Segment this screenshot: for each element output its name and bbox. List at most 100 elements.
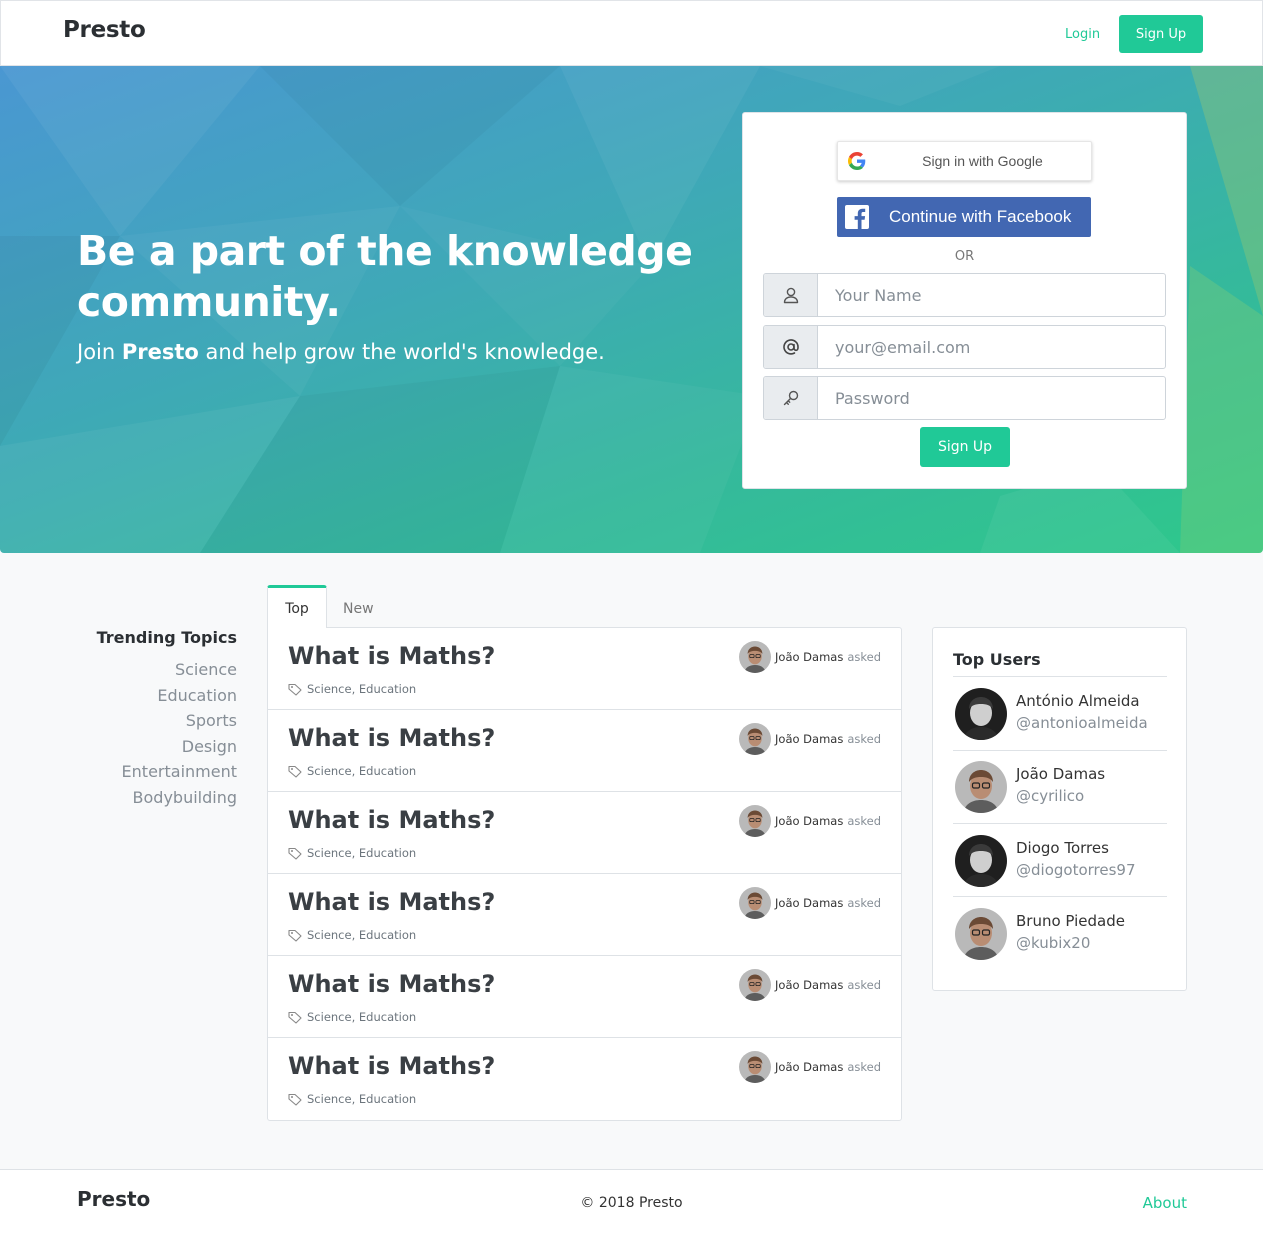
name-input[interactable] bbox=[818, 274, 1165, 316]
author-action: asked bbox=[847, 1060, 881, 1074]
navbar-signup-button[interactable]: Sign Up bbox=[1119, 15, 1203, 53]
avatar[interactable] bbox=[739, 723, 772, 755]
avatar[interactable] bbox=[955, 835, 1007, 887]
question-item[interactable]: What is Maths? Science, Education João Dam… bbox=[268, 956, 901, 1038]
user-name[interactable]: Bruno Piedade bbox=[1016, 912, 1125, 930]
question-author: João Damas asked bbox=[739, 969, 881, 1001]
question-title[interactable]: What is Maths? bbox=[288, 1052, 495, 1080]
question-tag-list[interactable]: Science, Education bbox=[307, 1010, 416, 1024]
at-icon bbox=[764, 326, 818, 368]
facebook-signin-label: Continue with Facebook bbox=[889, 207, 1072, 226]
question-author: João Damas asked bbox=[739, 887, 881, 919]
question-item[interactable]: What is Maths? Science, Education João Dam… bbox=[268, 792, 901, 874]
question-author: João Damas asked bbox=[739, 1051, 881, 1083]
trending-topics-title: Trending Topics bbox=[96, 628, 237, 647]
question-tag-list[interactable]: Science, Education bbox=[307, 764, 416, 778]
question-item[interactable]: What is Maths? Science, Education João Dam… bbox=[268, 874, 901, 956]
question-item[interactable]: What is Maths? Science, Education João Dam… bbox=[268, 1038, 901, 1120]
question-tag-list[interactable]: Science, Education bbox=[307, 928, 416, 942]
avatar[interactable] bbox=[739, 969, 772, 1001]
user-name[interactable]: Diogo Torres bbox=[1016, 839, 1109, 857]
user-icon bbox=[764, 274, 818, 316]
author-name[interactable]: João Damas bbox=[775, 896, 843, 910]
topic-link[interactable]: Design bbox=[97, 734, 237, 760]
question-tags: Science, Education bbox=[288, 846, 416, 860]
question-tags: Science, Education bbox=[288, 1092, 416, 1106]
user-handle[interactable]: @diogotorres97 bbox=[1016, 861, 1136, 879]
topic-link[interactable]: Bodybuilding bbox=[97, 785, 237, 811]
top-navbar: Presto Login Sign Up bbox=[0, 0, 1263, 66]
author-name[interactable]: João Damas bbox=[775, 650, 843, 664]
login-link[interactable]: Login bbox=[1065, 27, 1100, 42]
question-tag-list[interactable]: Science, Education bbox=[307, 682, 416, 696]
avatar[interactable] bbox=[739, 641, 772, 673]
signup-card: Sign in with Google Continue with Facebo… bbox=[742, 112, 1187, 489]
topic-link[interactable]: Sports bbox=[97, 708, 237, 734]
password-input[interactable] bbox=[818, 377, 1165, 419]
top-users-title: Top Users bbox=[953, 650, 1041, 669]
author-action: asked bbox=[847, 732, 881, 746]
author-name[interactable]: João Damas bbox=[775, 1060, 843, 1074]
signup-submit-button[interactable]: Sign Up bbox=[920, 427, 1010, 467]
password-field-group bbox=[763, 376, 1166, 420]
topic-link[interactable]: Entertainment bbox=[97, 759, 237, 785]
topic-link[interactable]: Science bbox=[97, 657, 237, 683]
hero-section: Be a part of the knowledge community. Jo… bbox=[0, 66, 1263, 553]
avatar[interactable] bbox=[955, 908, 1007, 960]
author-name[interactable]: João Damas bbox=[775, 732, 843, 746]
author-name[interactable]: João Damas bbox=[775, 978, 843, 992]
tab-new[interactable]: New bbox=[343, 585, 374, 628]
question-tags: Science, Education bbox=[288, 928, 416, 942]
question-tag-list[interactable]: Science, Education bbox=[307, 846, 416, 860]
divider bbox=[953, 676, 1167, 677]
question-title[interactable]: What is Maths? bbox=[288, 806, 495, 834]
tab-top[interactable]: Top bbox=[267, 585, 327, 628]
page-footer: Presto © 2018 Presto About bbox=[0, 1169, 1263, 1233]
author-action: asked bbox=[847, 896, 881, 910]
tag-icon bbox=[288, 683, 302, 696]
question-title[interactable]: What is Maths? bbox=[288, 724, 495, 752]
avatar[interactable] bbox=[739, 805, 772, 837]
divider bbox=[953, 750, 1167, 751]
author-name[interactable]: João Damas bbox=[775, 814, 843, 828]
question-tag-list[interactable]: Science, Education bbox=[307, 1092, 416, 1106]
user-handle[interactable]: @cyrilico bbox=[1016, 787, 1084, 805]
divider bbox=[953, 896, 1167, 897]
question-list: What is Maths? Science, Education João Dam… bbox=[267, 627, 902, 1121]
divider bbox=[953, 823, 1167, 824]
question-tags: Science, Education bbox=[288, 682, 416, 696]
hero-subtitle-brand: Presto bbox=[121, 340, 199, 364]
question-item[interactable]: What is Maths? Science, Education João Dam… bbox=[268, 628, 901, 710]
avatar[interactable] bbox=[955, 688, 1007, 740]
question-tags: Science, Education bbox=[288, 764, 416, 778]
question-author: João Damas asked bbox=[739, 641, 881, 673]
question-item[interactable]: What is Maths? Science, Education João Dam… bbox=[268, 710, 901, 792]
trending-topics: Trending Topics Science Education Sports… bbox=[97, 628, 237, 811]
email-input[interactable] bbox=[818, 326, 1165, 368]
avatar[interactable] bbox=[955, 761, 1007, 813]
user-name[interactable]: António Almeida bbox=[1016, 692, 1140, 710]
author-action: asked bbox=[847, 814, 881, 828]
topic-link[interactable]: Education bbox=[97, 683, 237, 709]
author-action: asked bbox=[847, 650, 881, 664]
footer-copyright: © 2018 Presto bbox=[580, 1195, 683, 1211]
hero-subtitle: Join Presto and help grow the world's kn… bbox=[77, 340, 605, 364]
google-signin-button[interactable]: Sign in with Google bbox=[837, 141, 1092, 181]
tag-icon bbox=[288, 765, 302, 778]
brand-logo[interactable]: Presto bbox=[63, 17, 146, 43]
user-name[interactable]: João Damas bbox=[1016, 765, 1105, 783]
hero-title: Be a part of the knowledge community. bbox=[77, 227, 693, 326]
user-handle[interactable]: @kubix20 bbox=[1016, 934, 1090, 952]
about-link[interactable]: About bbox=[1143, 1194, 1187, 1212]
avatar[interactable] bbox=[739, 887, 772, 919]
question-title[interactable]: What is Maths? bbox=[288, 642, 495, 670]
avatar[interactable] bbox=[739, 1051, 772, 1083]
question-author: João Damas asked bbox=[739, 723, 881, 755]
user-handle[interactable]: @antonioalmeida bbox=[1016, 714, 1148, 732]
facebook-signin-button[interactable]: Continue with Facebook bbox=[837, 197, 1091, 237]
facebook-icon bbox=[845, 205, 869, 229]
or-divider: OR bbox=[954, 249, 975, 264]
question-title[interactable]: What is Maths? bbox=[288, 888, 495, 916]
question-title[interactable]: What is Maths? bbox=[288, 970, 495, 998]
author-action: asked bbox=[847, 978, 881, 992]
